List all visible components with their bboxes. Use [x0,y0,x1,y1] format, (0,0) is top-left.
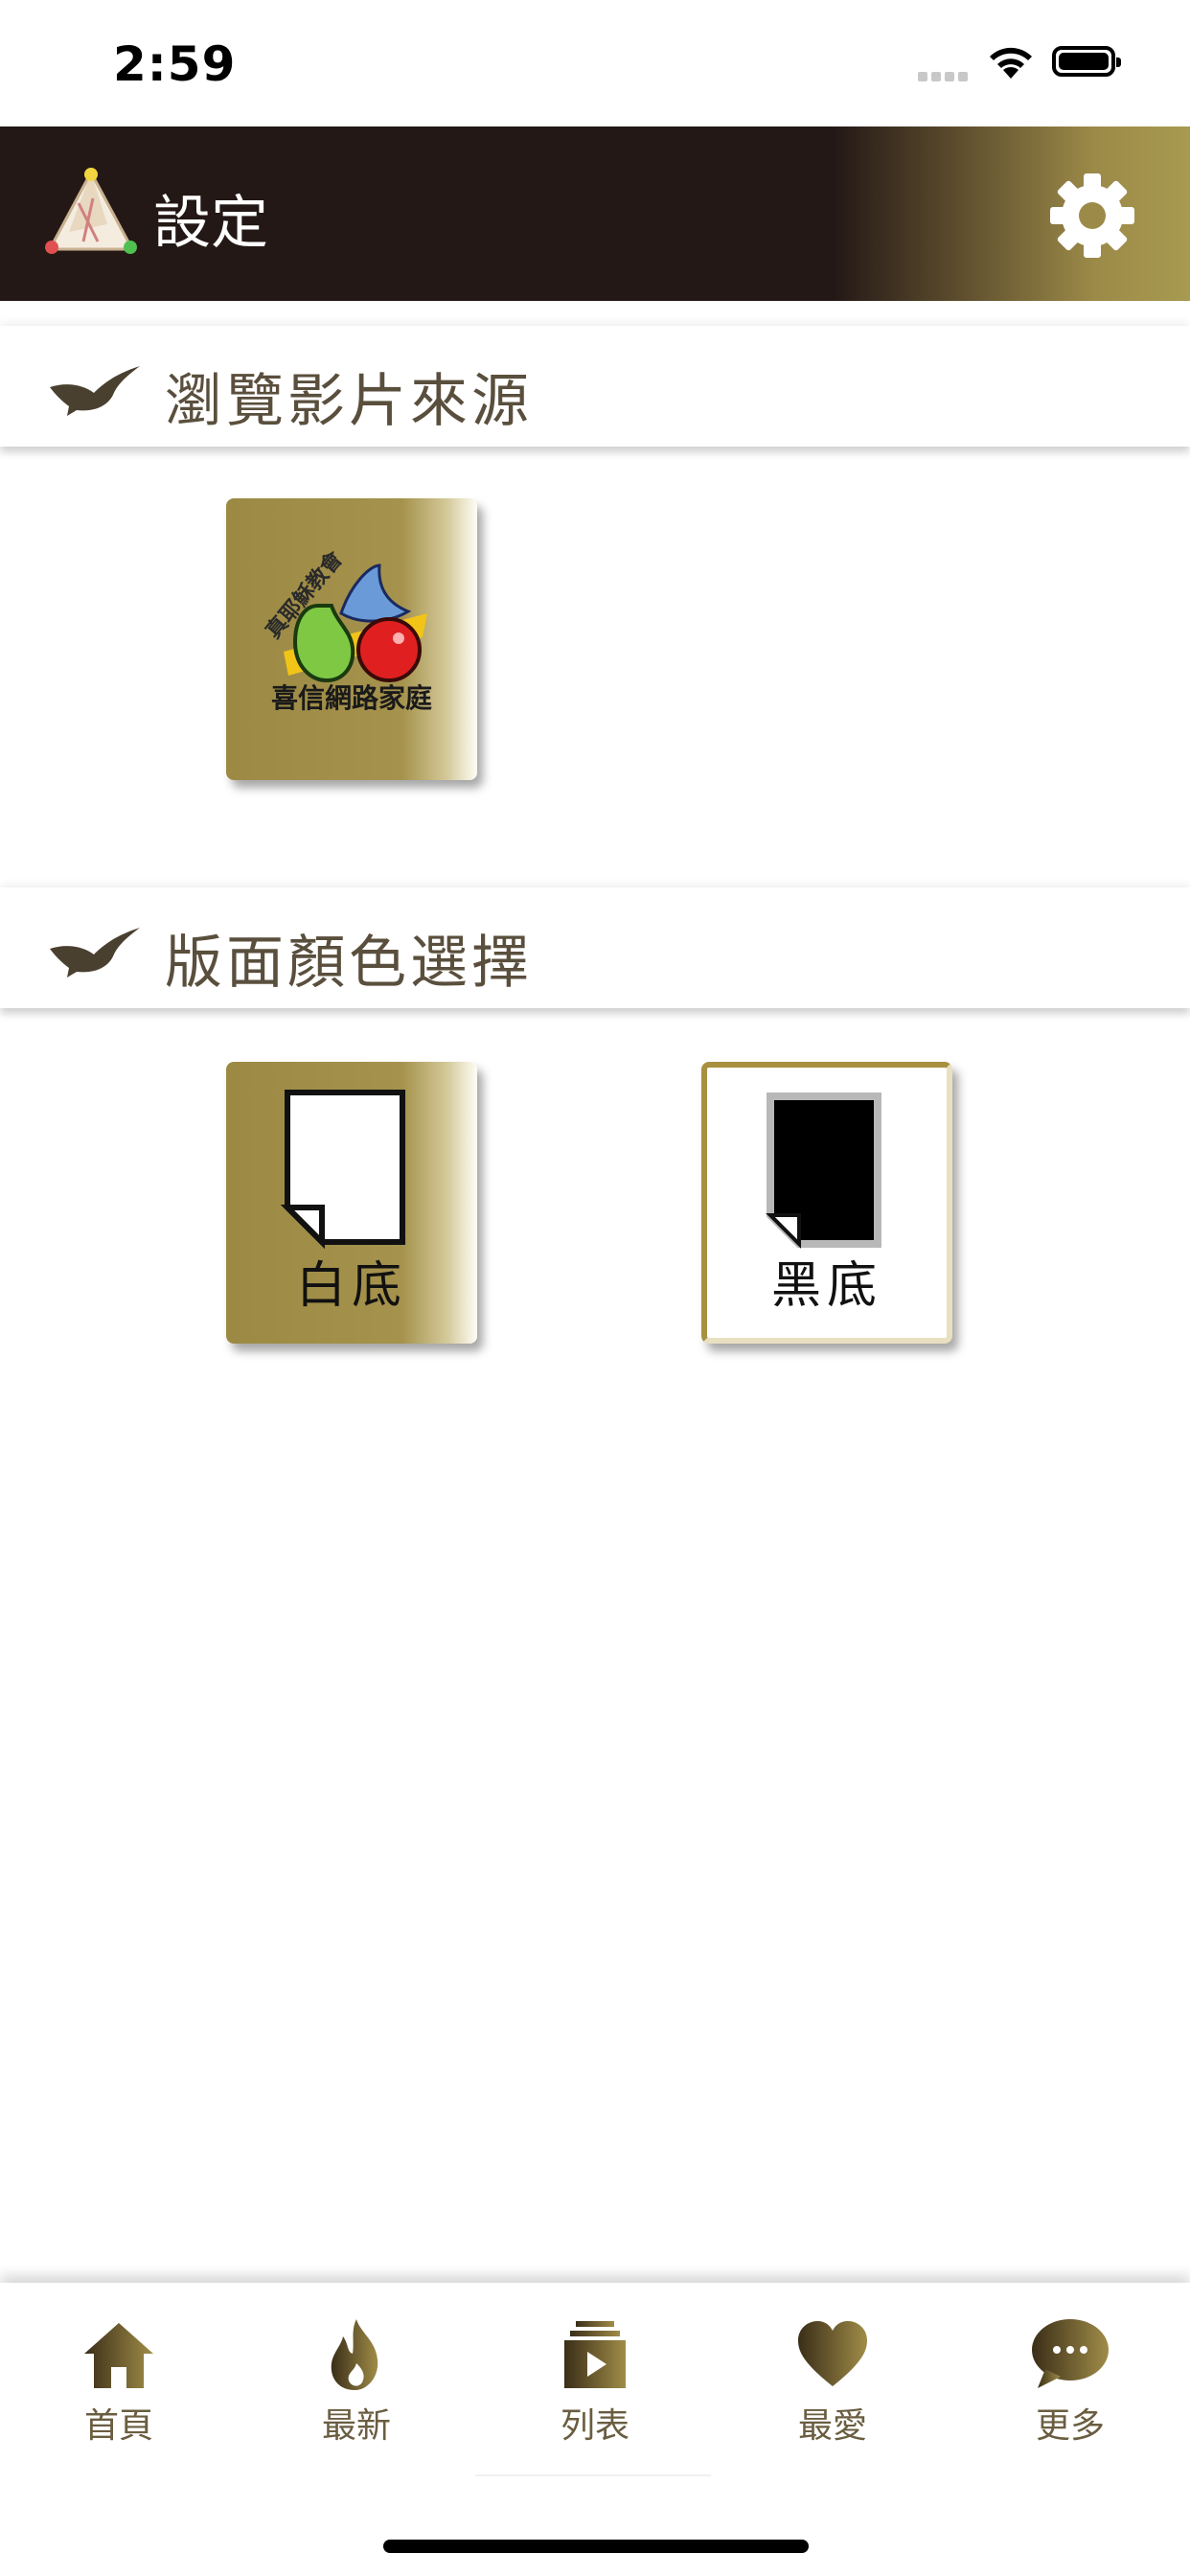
theme-white-tile[interactable]: 白底 [226,1062,477,1344]
tab-list[interactable]: 列表 [518,2315,672,2459]
gear-icon[interactable] [1044,168,1140,264]
home-indicator[interactable] [383,2540,809,2553]
theme-black-tile[interactable]: 黑底 [701,1062,952,1344]
section-title: 瀏覽影片來源 [165,368,533,435]
video-source-tile[interactable]: 真耶穌教會 喜信網路家庭 [226,498,477,780]
tab-label: 最新 [321,2406,391,2446]
tab-label: 首頁 [83,2406,153,2446]
tab-latest[interactable]: 最新 [280,2315,433,2459]
wifi-icon [990,47,1032,79]
theme-label: 白底 [295,1257,407,1315]
tab-favorites[interactable]: 最愛 [756,2315,909,2459]
tab-label: 最愛 [797,2406,867,2446]
flame-icon [331,2319,378,2390]
playlist-icon [564,2321,626,2388]
heart-icon [798,2321,867,2386]
video-source-name: 喜信網路家庭 [271,682,432,714]
home-icon [84,2323,153,2388]
chat-bubble-icon [1032,2319,1109,2388]
section-title: 版面顏色選擇 [165,930,533,997]
section-header-theme: 版面顏色選擇 [0,887,1190,1008]
tab-label: 列表 [560,2406,629,2446]
church-logo-icon: 真耶穌教會 喜信網路家庭 [261,546,432,714]
battery-icon [1052,46,1121,77]
tab-divider [475,2474,711,2476]
app-header: 設定 [0,126,1190,301]
tab-home[interactable]: 首頁 [42,2315,195,2459]
theme-label: 黑底 [770,1257,882,1315]
section-header-video-source: 瀏覽影片來源 [0,326,1190,447]
tab-more[interactable]: 更多 [994,2315,1147,2459]
tab-bar: 首頁 最新 列表 最愛 更多 [0,2283,1190,2576]
bird-icon [50,366,140,416]
app-logo-icon [45,168,137,254]
bird-icon [50,928,140,978]
status-bar: 2:59 [0,0,1190,126]
status-time: 2:59 [113,36,237,92]
page-title: 設定 [153,190,268,257]
tab-label: 更多 [1035,2406,1105,2446]
cellular-signal-icon [918,67,972,85]
